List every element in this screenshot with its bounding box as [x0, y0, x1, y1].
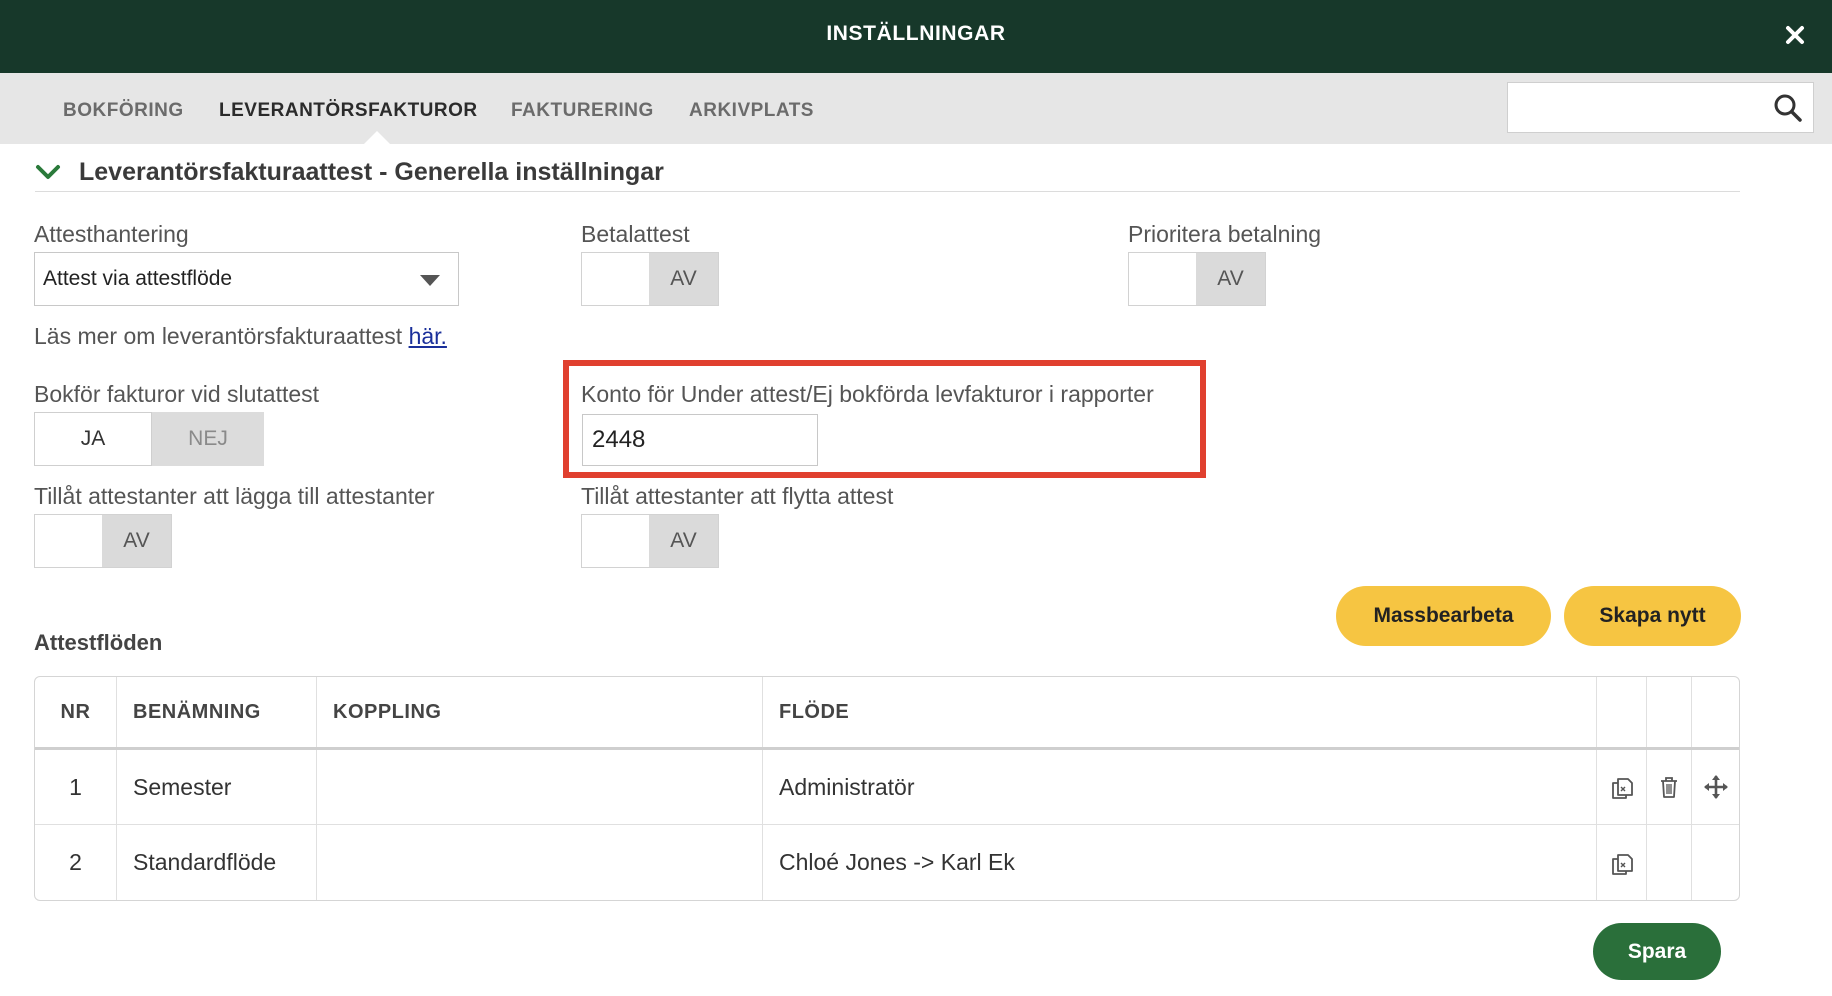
column-header-action-1	[1597, 677, 1647, 747]
bokfor-label: Bokför fakturor vid slutattest	[34, 381, 320, 407]
attestfloden-title: Attestflöden	[34, 630, 163, 655]
tab-arkivplats[interactable]: ARKIVPLATS	[689, 100, 814, 122]
toggle-state: AV	[649, 515, 718, 567]
search-box	[1507, 82, 1814, 133]
empty-action-cell	[1692, 825, 1739, 900]
skapa-nytt-button[interactable]: Skapa nytt	[1564, 586, 1741, 646]
bokfor-ja-option[interactable]: JA	[34, 412, 152, 466]
column-header-benamning[interactable]: BENÄMNING	[117, 677, 317, 747]
attestfloden-table: NR BENÄMNING KOPPLING FLÖDE 1 Semester A…	[34, 676, 1740, 901]
tillat-lagga-toggle[interactable]: AV	[34, 514, 172, 568]
toggle-knob	[1129, 253, 1197, 305]
table-row[interactable]: 2 Standardflöde Chloé Jones -> Karl Ek	[35, 825, 1739, 900]
move-cell	[1692, 750, 1739, 824]
attesthantering-label: Attesthantering	[34, 221, 189, 247]
close-icon[interactable]	[1784, 24, 1806, 46]
prioritera-toggle[interactable]: AV	[1128, 252, 1266, 306]
readmore-label: Läs mer om leverantörsfakturaattest	[34, 323, 409, 349]
konto-label: Konto för Under attest/Ej bokförda levfa…	[581, 381, 1154, 407]
prioritera-label: Prioritera betalning	[1128, 221, 1322, 247]
tab-leverantorsfakturor[interactable]: LEVERANTÖRSFAKTUROR	[219, 100, 478, 122]
betalattest-toggle[interactable]: AV	[581, 252, 719, 306]
column-header-nr[interactable]: NR	[35, 677, 117, 747]
empty-action-cell	[1647, 825, 1692, 900]
chevron-down-icon[interactable]	[35, 162, 61, 182]
cell-koppling	[317, 825, 763, 900]
trash-icon[interactable]	[1655, 773, 1683, 801]
section-title: Leverantörsfakturaattest - Generella ins…	[79, 158, 664, 186]
copy-icon[interactable]	[1608, 849, 1636, 877]
column-header-flode[interactable]: FLÖDE	[763, 677, 1597, 747]
copy-icon[interactable]	[1608, 773, 1636, 801]
move-icon[interactable]	[1702, 773, 1730, 801]
attesthantering-value: Attest via attestflöde	[43, 267, 233, 290]
cell-nr: 1	[35, 750, 117, 824]
copy-cell	[1597, 750, 1647, 824]
toggle-knob	[582, 515, 650, 567]
toggle-knob	[35, 515, 103, 567]
konto-input[interactable]	[582, 414, 818, 466]
cell-flode: Chloé Jones -> Karl Ek	[763, 825, 1597, 900]
toggle-state: AV	[102, 515, 171, 567]
cell-koppling	[317, 750, 763, 824]
tillat-lagga-label: Tillåt attestanter att lägga till attest…	[34, 483, 435, 509]
caret-down-icon	[420, 275, 440, 286]
column-header-action-3	[1692, 677, 1739, 747]
title-bar: INSTÄLLNINGAR	[0, 0, 1832, 73]
save-button[interactable]: Spara	[1593, 923, 1721, 980]
delete-cell	[1647, 750, 1692, 824]
search-icon[interactable]	[1773, 93, 1803, 123]
table-row[interactable]: 1 Semester Administratör	[35, 750, 1739, 825]
section-header: Leverantörsfakturaattest - Generella ins…	[35, 156, 1740, 192]
tillat-flytta-label: Tillåt attestanter att flytta attest	[581, 483, 894, 509]
window-title: INSTÄLLNINGAR	[826, 22, 1006, 45]
massbearbeta-button[interactable]: Massbearbeta	[1336, 586, 1551, 646]
tab-fakturering[interactable]: FAKTURERING	[511, 100, 654, 122]
active-tab-indicator	[364, 131, 390, 144]
toggle-state: AV	[1196, 253, 1265, 305]
search-input[interactable]	[1508, 83, 1778, 132]
bokfor-nej-option[interactable]: NEJ	[152, 412, 264, 466]
readmore-text: Läs mer om leverantörsfakturaattest här.	[34, 323, 447, 350]
column-header-action-2	[1647, 677, 1692, 747]
table-header-row: NR BENÄMNING KOPPLING FLÖDE	[35, 677, 1739, 750]
tillat-flytta-toggle[interactable]: AV	[581, 514, 719, 568]
bokfor-segmented: JA NEJ	[34, 412, 264, 466]
toggle-knob	[582, 253, 650, 305]
readmore-link[interactable]: här.	[409, 323, 447, 349]
betalattest-label: Betalattest	[581, 221, 690, 247]
cell-benamning: Semester	[117, 750, 317, 824]
toggle-state: AV	[649, 253, 718, 305]
cell-benamning: Standardflöde	[117, 825, 317, 900]
copy-cell	[1597, 825, 1647, 900]
cell-nr: 2	[35, 825, 117, 900]
tab-bokforing[interactable]: BOKFÖRING	[63, 100, 184, 122]
column-header-koppling[interactable]: KOPPLING	[317, 677, 763, 747]
cell-flode: Administratör	[763, 750, 1597, 824]
attesthantering-select[interactable]: Attest via attestflöde	[34, 252, 459, 306]
